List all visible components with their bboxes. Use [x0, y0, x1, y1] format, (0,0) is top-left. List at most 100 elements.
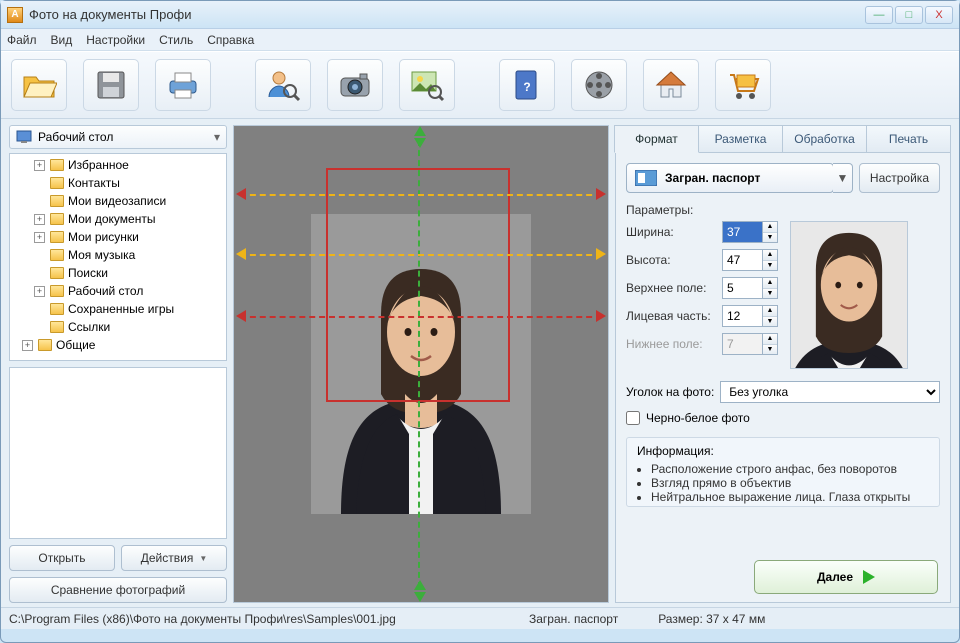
folder-icon — [50, 231, 64, 243]
tool-save[interactable] — [83, 59, 139, 111]
tree-label: Избранное — [68, 158, 129, 172]
open-button[interactable]: Открыть — [9, 545, 115, 571]
dropdown-icon: ▾ — [214, 130, 220, 144]
marker-l3[interactable] — [236, 310, 246, 322]
tree-item[interactable]: + Рабочий стол — [10, 282, 226, 300]
menu-help[interactable]: Справка — [207, 33, 254, 47]
photo-preview — [790, 221, 908, 369]
marker-l2[interactable] — [236, 248, 246, 260]
corner-select[interactable]: Без уголка — [720, 381, 940, 403]
actions-button[interactable]: Действия ▼ — [121, 545, 227, 571]
maximize-button[interactable]: □ — [895, 6, 923, 24]
bottom-spinner: ▲▼ — [722, 333, 780, 355]
folder-icon — [50, 195, 64, 207]
folder-tree[interactable]: + Избранное Контакты Мои видеозаписи +Мои до… — [9, 153, 227, 361]
arrow-right-icon — [863, 570, 875, 584]
titlebar: A Фото на документы Профи — □ X — [1, 1, 959, 29]
status-size: Размер: 37 x 47 мм — [658, 612, 765, 626]
tree-label: Общие — [56, 338, 95, 352]
tab-format[interactable]: Формат — [614, 125, 699, 153]
width-spinner[interactable]: ▲▼ — [722, 221, 780, 243]
folder-icon — [50, 303, 64, 315]
folder-icon — [50, 267, 64, 279]
menu-style[interactable]: Стиль — [159, 33, 193, 47]
tree-item[interactable]: Сохраненные игры — [10, 300, 226, 318]
tree-item[interactable]: Контакты — [10, 174, 226, 192]
tool-film[interactable] — [571, 59, 627, 111]
path-label: Рабочий стол — [38, 130, 113, 144]
tree-item[interactable]: Ссылки — [10, 318, 226, 336]
minimize-button[interactable]: — — [865, 6, 893, 24]
tool-print[interactable] — [155, 59, 211, 111]
tree-label: Мои рисунки — [68, 230, 139, 244]
marker-r2[interactable] — [596, 248, 606, 260]
next-button[interactable]: Далее — [754, 560, 938, 594]
marker-r3[interactable] — [596, 310, 606, 322]
tree-item[interactable]: Моя музыка — [10, 246, 226, 264]
eye-guide — [240, 254, 602, 256]
tree-label: Поиски — [68, 266, 108, 280]
statusbar: C:\Program Files (x86)\Фото на документы… — [1, 607, 959, 629]
expand-icon[interactable]: + — [34, 160, 45, 171]
tab-print[interactable]: Печать — [866, 125, 951, 153]
tool-cart[interactable] — [715, 59, 771, 111]
close-button[interactable]: X — [925, 6, 953, 24]
folder-icon — [38, 339, 52, 351]
tree-label: Рабочий стол — [68, 284, 143, 298]
tree-item[interactable]: + Избранное — [10, 156, 226, 174]
tree-label: Мои видеозаписи — [68, 194, 166, 208]
bw-label: Черно-белое фото — [646, 411, 750, 425]
menubar: Файл Вид Настройки Стиль Справка — [1, 29, 959, 51]
tab-layout[interactable]: Разметка — [698, 125, 783, 153]
svg-text:?: ? — [523, 80, 530, 94]
tree-item[interactable]: Поиски — [10, 264, 226, 282]
height-label: Высота: — [626, 249, 718, 271]
format-settings-button[interactable]: Настройка — [859, 163, 940, 193]
height-spinner[interactable]: ▲▼ — [722, 249, 780, 271]
menu-file[interactable]: Файл — [7, 33, 37, 47]
tree-item[interactable]: Мои видеозаписи — [10, 192, 226, 210]
folder-icon — [50, 321, 64, 333]
tab-process[interactable]: Обработка — [782, 125, 867, 153]
params-label: Параметры: — [626, 203, 940, 217]
face-spinner[interactable]: ▲▼ — [722, 305, 780, 327]
folder-icon — [50, 285, 64, 297]
tree-item[interactable]: +Мои документы — [10, 210, 226, 228]
marker-bot-down[interactable] — [414, 580, 426, 590]
top-spinner[interactable]: ▲▼ — [722, 277, 780, 299]
menu-settings[interactable]: Настройки — [86, 33, 145, 47]
marker-l1[interactable] — [236, 188, 246, 200]
info-item: Расположение строго анфас, без поворотов — [651, 462, 929, 476]
tree-item[interactable]: + Мои рисунки — [10, 228, 226, 246]
tool-image-search[interactable] — [399, 59, 455, 111]
compare-button[interactable]: Сравнение фотографий — [9, 577, 227, 603]
tool-camera[interactable] — [327, 59, 383, 111]
expand-icon[interactable]: + — [22, 340, 33, 351]
marker-top-up[interactable] — [414, 138, 426, 148]
format-select[interactable]: Загран. паспорт — [626, 163, 834, 193]
tool-home[interactable] — [643, 59, 699, 111]
folder-icon — [50, 177, 64, 189]
thumbnail-area[interactable] — [9, 367, 227, 539]
format-dropdown-icon[interactable]: ▼ — [833, 163, 853, 193]
marker-r1[interactable] — [596, 188, 606, 200]
marker-bot-up[interactable] — [414, 592, 426, 602]
folder-icon — [50, 213, 64, 225]
info-item: Взгляд прямо в объектив — [651, 476, 929, 490]
photo-canvas[interactable] — [233, 125, 609, 603]
tool-user[interactable] — [255, 59, 311, 111]
marker-top-down[interactable] — [414, 126, 426, 136]
menu-view[interactable]: Вид — [51, 33, 73, 47]
expand-icon[interactable]: + — [34, 286, 45, 297]
expand-icon[interactable]: + — [34, 214, 45, 225]
tree-item[interactable]: + Общие — [10, 336, 226, 354]
bw-checkbox[interactable] — [626, 411, 640, 425]
corner-label: Уголок на фото: — [626, 385, 714, 399]
info-title: Информация: — [637, 444, 929, 458]
expand-icon[interactable]: + — [34, 232, 45, 243]
folder-icon — [50, 249, 64, 261]
tool-help[interactable]: ? — [499, 59, 555, 111]
path-selector[interactable]: Рабочий стол ▾ — [9, 125, 227, 149]
status-path: C:\Program Files (x86)\Фото на документы… — [9, 612, 489, 626]
tool-open[interactable] — [11, 59, 67, 111]
